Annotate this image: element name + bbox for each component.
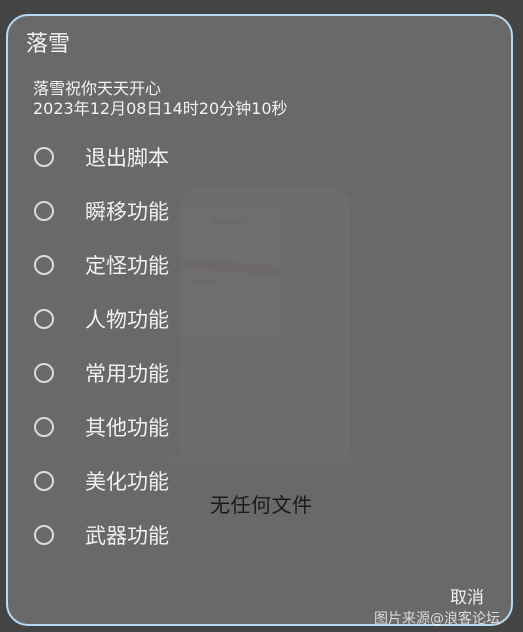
radio-button[interactable]: [34, 309, 54, 329]
radio-button[interactable]: [34, 471, 54, 491]
radio-button[interactable]: [34, 525, 54, 545]
option-label: 武器功能: [85, 524, 169, 548]
watermark: 图片来源@浪客论坛: [374, 611, 500, 627]
option-character[interactable]: 人物功能: [34, 292, 334, 346]
option-label: 常用功能: [85, 362, 169, 386]
dialog-title: 落雪: [26, 32, 71, 57]
dialog-message: 落雪祝你天天开心 2023年12月08日14时20分钟10秒: [33, 79, 288, 119]
radio-button[interactable]: [34, 147, 54, 167]
option-label: 退出脚本: [85, 146, 169, 170]
option-exit-script[interactable]: 退出脚本: [34, 130, 334, 184]
option-other[interactable]: 其他功能: [34, 400, 334, 454]
option-weapon[interactable]: 武器功能: [34, 508, 334, 562]
radio-button[interactable]: [34, 201, 54, 221]
option-label: 瞬移功能: [85, 200, 169, 224]
option-freeze-monster[interactable]: 定怪功能: [34, 238, 334, 292]
option-label: 其他功能: [85, 416, 169, 440]
datetime-text: 2023年12月08日14时20分钟10秒: [33, 99, 288, 118]
radio-button[interactable]: [34, 363, 54, 383]
option-list: 退出脚本 瞬移功能 定怪功能 人物功能 常用功能 其他功能 美化功能 武器功能: [34, 130, 334, 562]
radio-button[interactable]: [34, 255, 54, 275]
option-label: 美化功能: [85, 470, 169, 494]
screen: 落雪 落雪祝你天天开心 2023年12月08日14时20分钟10秒 退出脚本 瞬…: [0, 0, 523, 632]
radio-button[interactable]: [34, 417, 54, 437]
option-teleport[interactable]: 瞬移功能: [34, 184, 334, 238]
option-common[interactable]: 常用功能: [34, 346, 334, 400]
option-label: 定怪功能: [85, 254, 169, 278]
greeting-text: 落雪祝你天天开心: [33, 79, 162, 98]
option-label: 人物功能: [85, 308, 169, 332]
cancel-button[interactable]: 取消: [450, 583, 484, 608]
option-beautify[interactable]: 美化功能: [34, 454, 334, 508]
